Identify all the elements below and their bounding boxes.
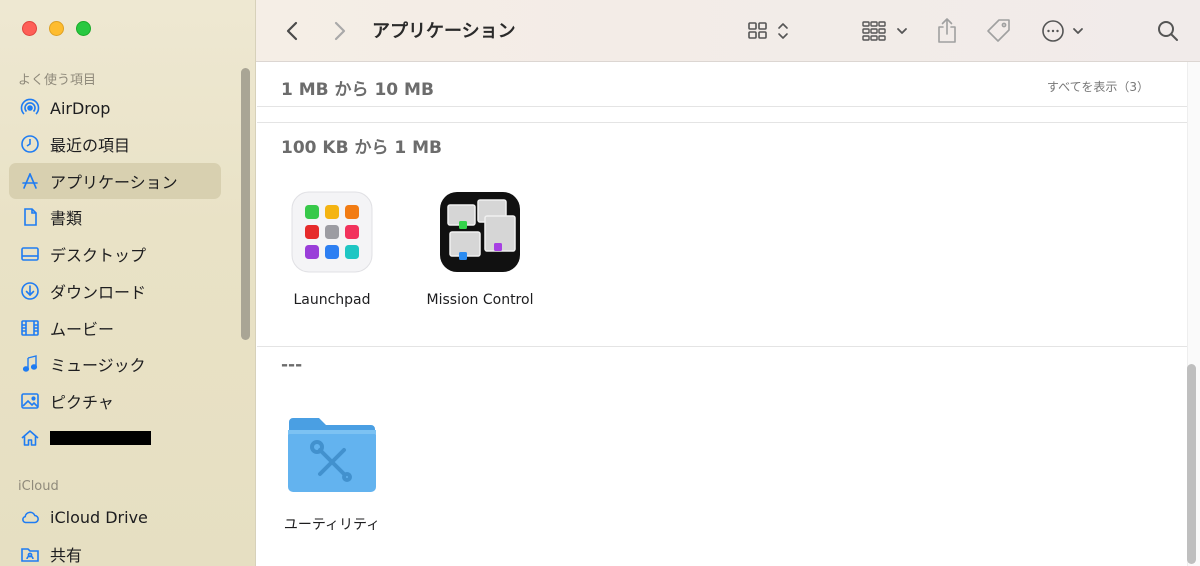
music-icon (19, 353, 41, 375)
view-mode-button[interactable] (746, 16, 794, 46)
cloud-icon (19, 506, 41, 528)
sidebar-item-label: AirDrop (50, 98, 111, 118)
divider (257, 106, 1187, 107)
clock-icon (19, 133, 41, 155)
grid-view-icon (748, 22, 788, 39)
sidebar-item-label: ミュージック (50, 356, 146, 375)
sidebar-item-icloud-drive[interactable]: iCloud Drive (9, 499, 221, 535)
sidebar-scrollbar[interactable] (241, 68, 250, 340)
tag-icon (987, 19, 1010, 42)
file-item-label: ユーティリティ (283, 517, 381, 533)
back-icon (286, 21, 298, 41)
share-button[interactable] (934, 16, 960, 46)
sidebar-item-label: ダウンロード (50, 283, 147, 302)
group-by-button[interactable] (860, 16, 916, 46)
search-button[interactable] (1154, 16, 1182, 46)
file-item-utilities[interactable]: ユーティリティ (257, 412, 407, 534)
mission-control-icon (440, 192, 520, 272)
sidebar-item-label: ピクチャ (50, 393, 114, 412)
document-icon (19, 206, 41, 228)
sidebar-item-label: 書類 (50, 209, 83, 228)
launchpad-icon (291, 191, 373, 273)
more-actions-button[interactable] (1040, 16, 1090, 46)
applications-icon (19, 170, 41, 192)
group-header-other: --- (281, 355, 303, 375)
sidebar-item-label: アプリケーション (50, 173, 178, 192)
sidebar-item-recents[interactable]: 最近の項目 (9, 126, 221, 162)
utilities-folder-icon (288, 418, 376, 492)
sidebar-section-favorites: よく使う項目 (18, 73, 97, 88)
window-controls (22, 21, 91, 36)
zoom-window-button[interactable] (76, 21, 91, 36)
divider (257, 122, 1187, 123)
download-icon (19, 280, 41, 302)
share-icon (938, 18, 956, 43)
sidebar-item-label: 最近の項目 (50, 136, 131, 155)
sidebar-item-label: ムービー (50, 320, 115, 339)
home-icon (19, 427, 41, 449)
sidebar-item-pictures[interactable]: ピクチャ (9, 383, 221, 419)
show-all-link[interactable]: すべてを表示（3） (1047, 78, 1149, 95)
group-icon (862, 21, 907, 41)
sidebar-item-music[interactable]: ミュージック (9, 346, 221, 382)
forward-button[interactable] (328, 16, 352, 46)
shared-folder-icon (19, 543, 41, 565)
file-item-launchpad[interactable]: Launchpad (257, 190, 407, 308)
picture-icon (19, 390, 41, 412)
window-title: アプリケーション (372, 21, 516, 42)
airdrop-icon (19, 97, 41, 119)
sidebar-item-airdrop[interactable]: AirDrop (9, 90, 221, 126)
file-item-label: Mission Control (426, 292, 534, 308)
content-scrollbar[interactable] (1187, 364, 1196, 564)
group-header-1mb-10mb: 1 MB から 10 MB (281, 80, 434, 100)
desktop-icon (19, 243, 41, 265)
sidebar-item-documents[interactable]: 書類 (9, 199, 221, 235)
sidebar-section-icloud: iCloud (18, 479, 59, 494)
tag-button[interactable] (984, 16, 1014, 46)
file-item-mission-control[interactable]: Mission Control (405, 190, 555, 308)
file-browser: 1 MB から 10 MB すべてを表示（3） 100 KB から 1 MB L… (257, 62, 1187, 566)
more-icon (1042, 20, 1083, 42)
toolbar: アプリケーション (256, 0, 1200, 62)
back-button[interactable] (280, 16, 304, 46)
sidebar-item-label: iCloud Drive (50, 507, 148, 527)
divider (257, 346, 1187, 347)
sidebar: よく使う項目 AirDrop 最近の項目 アプリケーション 書類 デスクトップ … (0, 0, 256, 566)
movie-icon (19, 317, 41, 339)
sidebar-item-label: 共有 (50, 546, 83, 565)
sidebar-item-movies[interactable]: ムービー (9, 310, 221, 346)
close-window-button[interactable] (22, 21, 37, 36)
sidebar-item-label: デスクトップ (50, 246, 147, 265)
sidebar-item-home[interactable] (9, 420, 221, 456)
sidebar-item-applications[interactable]: アプリケーション (9, 163, 221, 199)
file-item-label: Launchpad (293, 292, 371, 308)
forward-icon (334, 21, 346, 41)
minimize-window-button[interactable] (49, 21, 64, 36)
sidebar-item-desktop[interactable]: デスクトップ (9, 236, 221, 272)
sidebar-item-shared[interactable]: 共有 (9, 536, 221, 566)
search-icon (1158, 21, 1178, 41)
redacted-username (50, 431, 151, 445)
group-header-100kb-1mb: 100 KB から 1 MB (281, 138, 442, 158)
sidebar-item-downloads[interactable]: ダウンロード (9, 273, 221, 309)
